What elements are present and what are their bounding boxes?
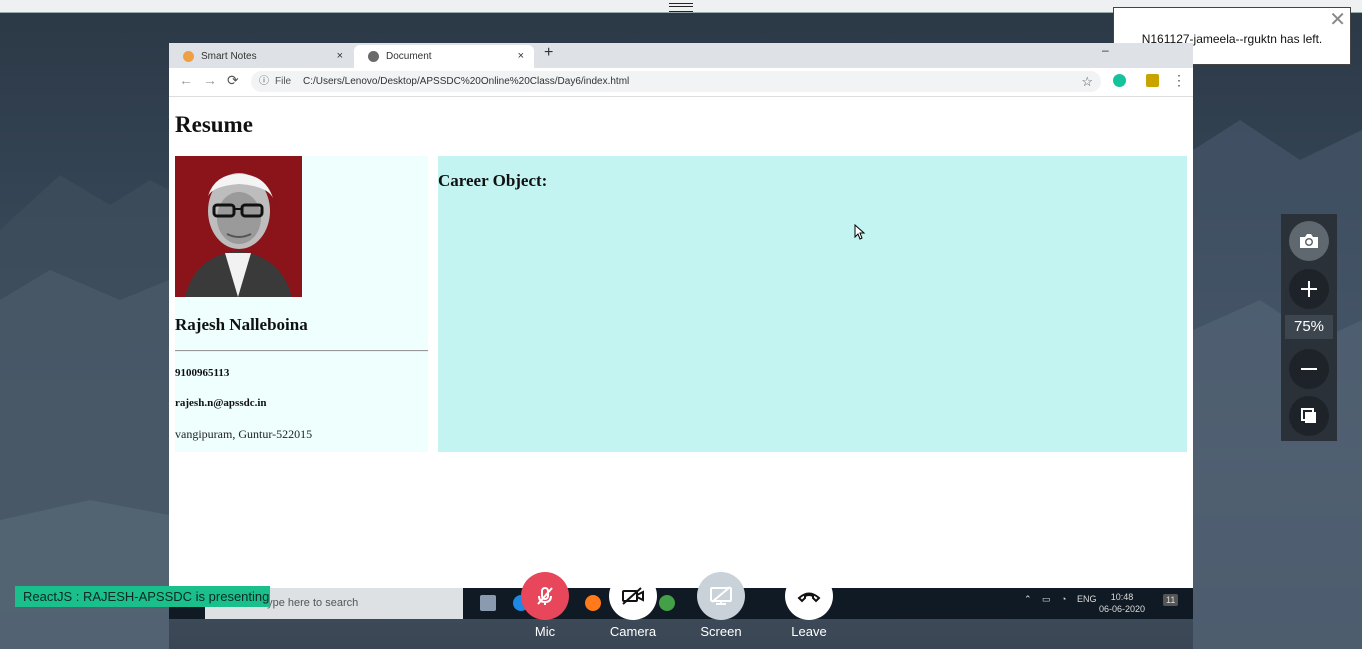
extension-icon[interactable] xyxy=(1146,74,1159,87)
minimize-button[interactable]: – xyxy=(1102,43,1109,57)
notification-center-icon[interactable]: 11 xyxy=(1163,594,1179,606)
profile-photo xyxy=(175,156,302,297)
url-text[interactable]: C:/Users/Lenovo/Desktop/APSSDC%20Online%… xyxy=(303,71,629,92)
tray-chevron-icon[interactable]: ⌃ xyxy=(1024,594,1032,605)
firefox-icon[interactable] xyxy=(585,595,601,611)
email-address: rajesh.n@apssdc.in xyxy=(175,397,267,409)
screen-label: Screen xyxy=(700,624,742,639)
camera-snapshot-icon[interactable] xyxy=(1289,221,1329,261)
smart-notes-favicon-icon xyxy=(183,51,194,62)
language-indicator[interactable]: ENG xyxy=(1077,594,1097,604)
taskbar-clock[interactable]: 10:48 06-06-2020 xyxy=(1099,591,1145,615)
shared-screen: Smart Notes × Document × + – ← → ⟳ ⓘ Fil… xyxy=(169,43,1193,619)
grammarly-extension-icon[interactable] xyxy=(1113,74,1126,87)
battery-icon[interactable]: ▭ xyxy=(1042,594,1051,605)
tab-label: Document xyxy=(386,51,432,62)
close-tab-icon[interactable]: × xyxy=(518,45,524,68)
browser-toolbar: ← → ⟳ ⓘ File C:/Users/Lenovo/Desktop/APS… xyxy=(169,68,1193,97)
screen-share-off-icon[interactable] xyxy=(697,572,745,620)
tab-smart-notes[interactable]: Smart Notes × xyxy=(169,45,353,68)
mouse-pointer-icon xyxy=(854,224,866,240)
zoom-in-icon[interactable] xyxy=(1289,269,1329,309)
phone-number: 9100965113 xyxy=(175,367,230,379)
clock-date: 06-06-2020 xyxy=(1099,604,1146,614)
zoom-panel: 75% xyxy=(1281,214,1337,441)
camera-off-icon[interactable] xyxy=(609,572,657,620)
close-icon[interactable]: ✕ xyxy=(1329,10,1346,30)
mic-control[interactable]: Mic xyxy=(521,572,569,639)
mic-muted-icon[interactable] xyxy=(521,572,569,620)
leave-control[interactable]: Leave xyxy=(785,572,833,639)
forward-button[interactable]: → xyxy=(203,72,217,88)
address-bar[interactable]: ⓘ File C:/Users/Lenovo/Desktop/APSSDC%20… xyxy=(251,71,1101,92)
info-icon[interactable]: ⓘ xyxy=(259,71,269,92)
profile-panel: Rajesh Nalleboina 9100965113 rajesh.n@ap… xyxy=(175,156,428,452)
camera-control[interactable]: Camera xyxy=(609,572,657,639)
tab-label: Smart Notes xyxy=(201,51,257,62)
globe-icon xyxy=(368,51,379,62)
browser-tab-bar: Smart Notes × Document × + – xyxy=(169,43,1193,68)
tab-document[interactable]: Document × xyxy=(354,45,534,68)
chrome-icon[interactable] xyxy=(659,595,675,611)
windows-taskbar: Type here to search ⌃ ▭ ◔ ENG 10:48 06-0… xyxy=(169,588,1193,619)
mic-label: Mic xyxy=(534,624,556,639)
new-tab-button[interactable]: + xyxy=(544,44,553,62)
zoom-level: 75% xyxy=(1285,315,1333,339)
reload-button[interactable]: ⟳ xyxy=(227,72,239,89)
camera-label: Camera xyxy=(609,624,657,639)
fit-window-icon[interactable] xyxy=(1289,396,1329,436)
postal-address: vangipuram, Guntur-522015 xyxy=(175,427,313,441)
bookmark-star-icon[interactable]: ☆ xyxy=(1081,71,1093,92)
url-scheme: File xyxy=(275,76,292,87)
person-name: Rajesh Nalleboina xyxy=(175,315,308,334)
zoom-out-icon[interactable] xyxy=(1289,349,1329,389)
page-title: Resume xyxy=(175,112,253,137)
task-view-icon[interactable] xyxy=(480,595,496,611)
screen-share-control[interactable]: Screen xyxy=(697,572,745,639)
close-tab-icon[interactable]: × xyxy=(337,45,343,68)
browser-menu-icon[interactable]: ⋮ xyxy=(1172,72,1186,89)
web-page: Resume Rajesh Nalleboina 9100965113 raje… xyxy=(169,96,1193,576)
career-panel: Career Object: xyxy=(438,156,1187,452)
clock-time: 10:48 xyxy=(1110,592,1134,602)
hang-up-icon[interactable] xyxy=(785,572,833,620)
wifi-icon[interactable]: ◔ xyxy=(1061,594,1066,604)
presenting-banner: ReactJS : RAJESH-APSSDC is presenting xyxy=(15,586,270,607)
back-button[interactable]: ← xyxy=(179,72,193,88)
career-objective-heading: Career Object: xyxy=(438,171,548,190)
divider xyxy=(175,350,428,352)
leave-label: Leave xyxy=(791,624,827,639)
